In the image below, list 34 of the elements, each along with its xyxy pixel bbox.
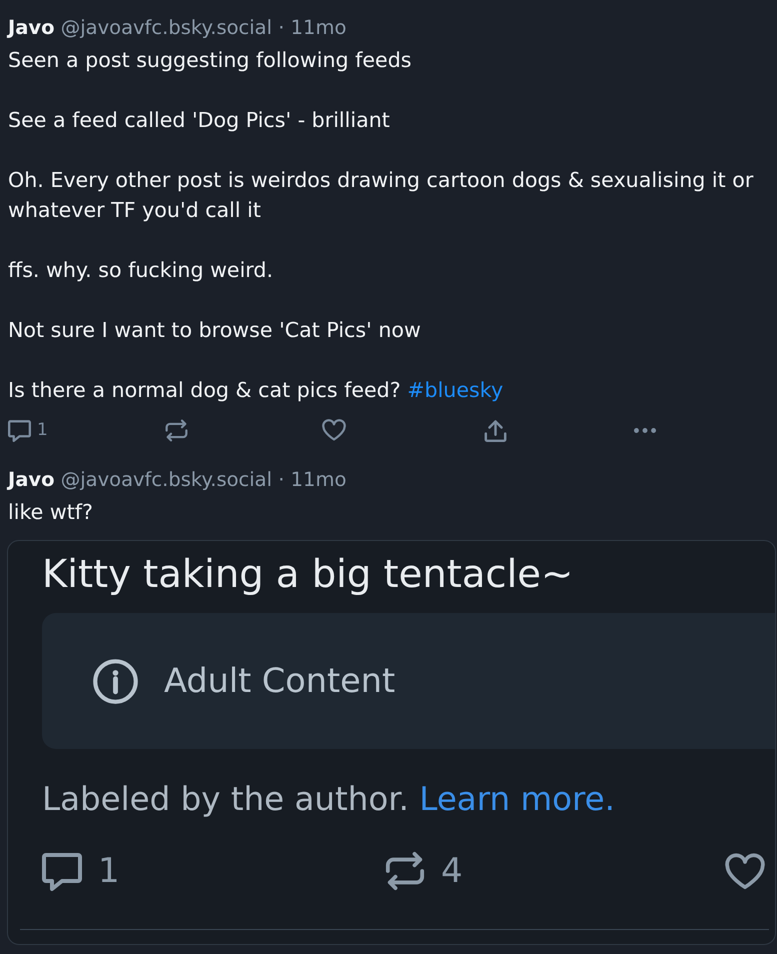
heart-icon (725, 852, 765, 890)
more-button[interactable] (634, 428, 656, 432)
speech-bubble-icon (8, 418, 31, 442)
learn-more-link[interactable]: Learn more. (419, 780, 615, 818)
post-text: Not sure I want to browse 'Cat Pics' now (7, 317, 422, 344)
repost-arrows-icon (385, 851, 425, 891)
like-button[interactable] (322, 419, 346, 441)
post-text: Seen a post suggesting following feeds (7, 47, 413, 74)
post-time[interactable]: · 11mo (278, 468, 346, 491)
post-text: ffs. why. so fucking weird. (7, 257, 274, 284)
screenshot-post-title: Kitty taking a big tentacle~ (41, 551, 574, 599)
share-button[interactable] (484, 418, 507, 442)
hashtag-link[interactable]: #bluesky (407, 378, 504, 402)
author-handle[interactable]: @javoavfc.bsky.social (60, 16, 272, 39)
repost-arrows-icon (165, 418, 188, 442)
post-text: Is there a normal dog & cat pics feed? #bluesky (7, 377, 504, 404)
ellipsis-icon (634, 428, 656, 432)
reply-button[interactable]: 1 (8, 418, 48, 442)
post-text: See a feed called 'Dog Pics' - brilliant (7, 107, 391, 134)
speech-bubble-icon (42, 851, 82, 891)
post-text: Oh. Every other post is weirdos drawing cartoon dogs & sexualising it or whatever TF you'd call it (7, 167, 754, 224)
label-note: Labeled by the author. Learn more. (42, 779, 616, 819)
info-icon (93, 658, 138, 704)
repost-button[interactable] (165, 418, 188, 442)
heart-icon (322, 419, 346, 441)
author-name[interactable]: Javo (8, 468, 55, 491)
share-icon (484, 418, 507, 442)
repost-button[interactable]: 4 (385, 851, 725, 891)
reply-button[interactable]: 1 (42, 851, 385, 891)
author-handle[interactable]: @javoavfc.bsky.social (60, 468, 272, 491)
author-name[interactable]: Javo (8, 16, 55, 39)
post-text: like wtf? (7, 499, 94, 526)
content-warning-label: Adult Content (164, 660, 396, 702)
post-time[interactable]: · 11mo (278, 16, 346, 39)
